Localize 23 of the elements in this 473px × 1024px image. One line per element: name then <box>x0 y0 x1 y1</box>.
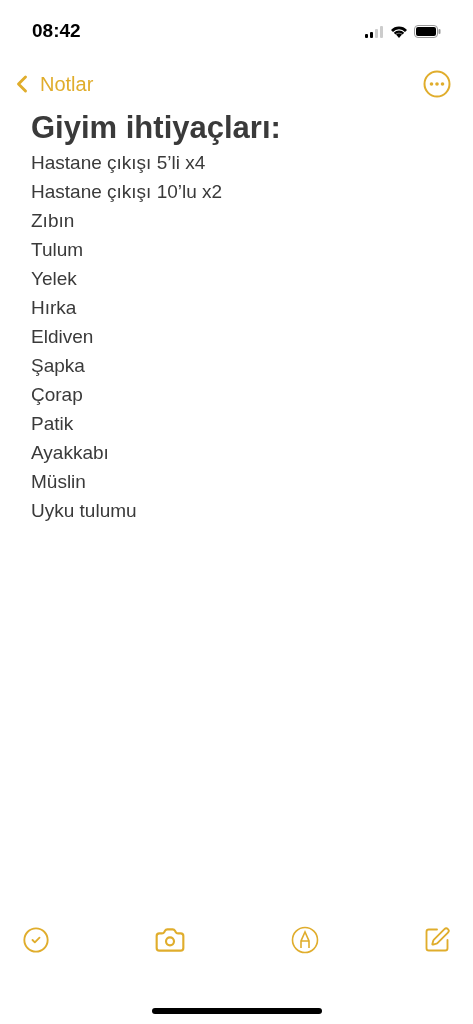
note-line: Uyku tulumu <box>31 499 137 523</box>
note-line: Patik <box>31 412 74 436</box>
compose-icon[interactable] <box>423 926 451 954</box>
note-line: Tulum <box>31 238 84 262</box>
status-time: 08:42 <box>32 19 81 44</box>
note-title: Giyim ihtiyaçları: <box>31 109 282 147</box>
battery-icon <box>414 25 441 38</box>
wifi-icon <box>390 25 408 38</box>
note-line: Yelek <box>31 267 77 291</box>
note-line: Hastane çıkışı 10’lu x2 <box>31 180 223 204</box>
note-line: Hastane çıkışı 5’li x4 <box>31 151 206 175</box>
markup-pen-icon[interactable] <box>290 926 319 954</box>
note-line: Çorap <box>31 383 83 407</box>
note-line: Zıbın <box>31 209 75 233</box>
more-options-icon[interactable] <box>423 70 451 98</box>
checklist-icon[interactable] <box>22 926 50 954</box>
back-button[interactable]: Notlar <box>8 69 94 99</box>
note-line: Şapka <box>31 354 85 378</box>
note-line: Ayakkabı <box>31 441 109 465</box>
signal-icon <box>365 25 384 38</box>
note-line: Hırka <box>31 296 77 320</box>
note-line: Müslin <box>31 470 86 494</box>
note-line: Eldiven <box>31 325 94 349</box>
